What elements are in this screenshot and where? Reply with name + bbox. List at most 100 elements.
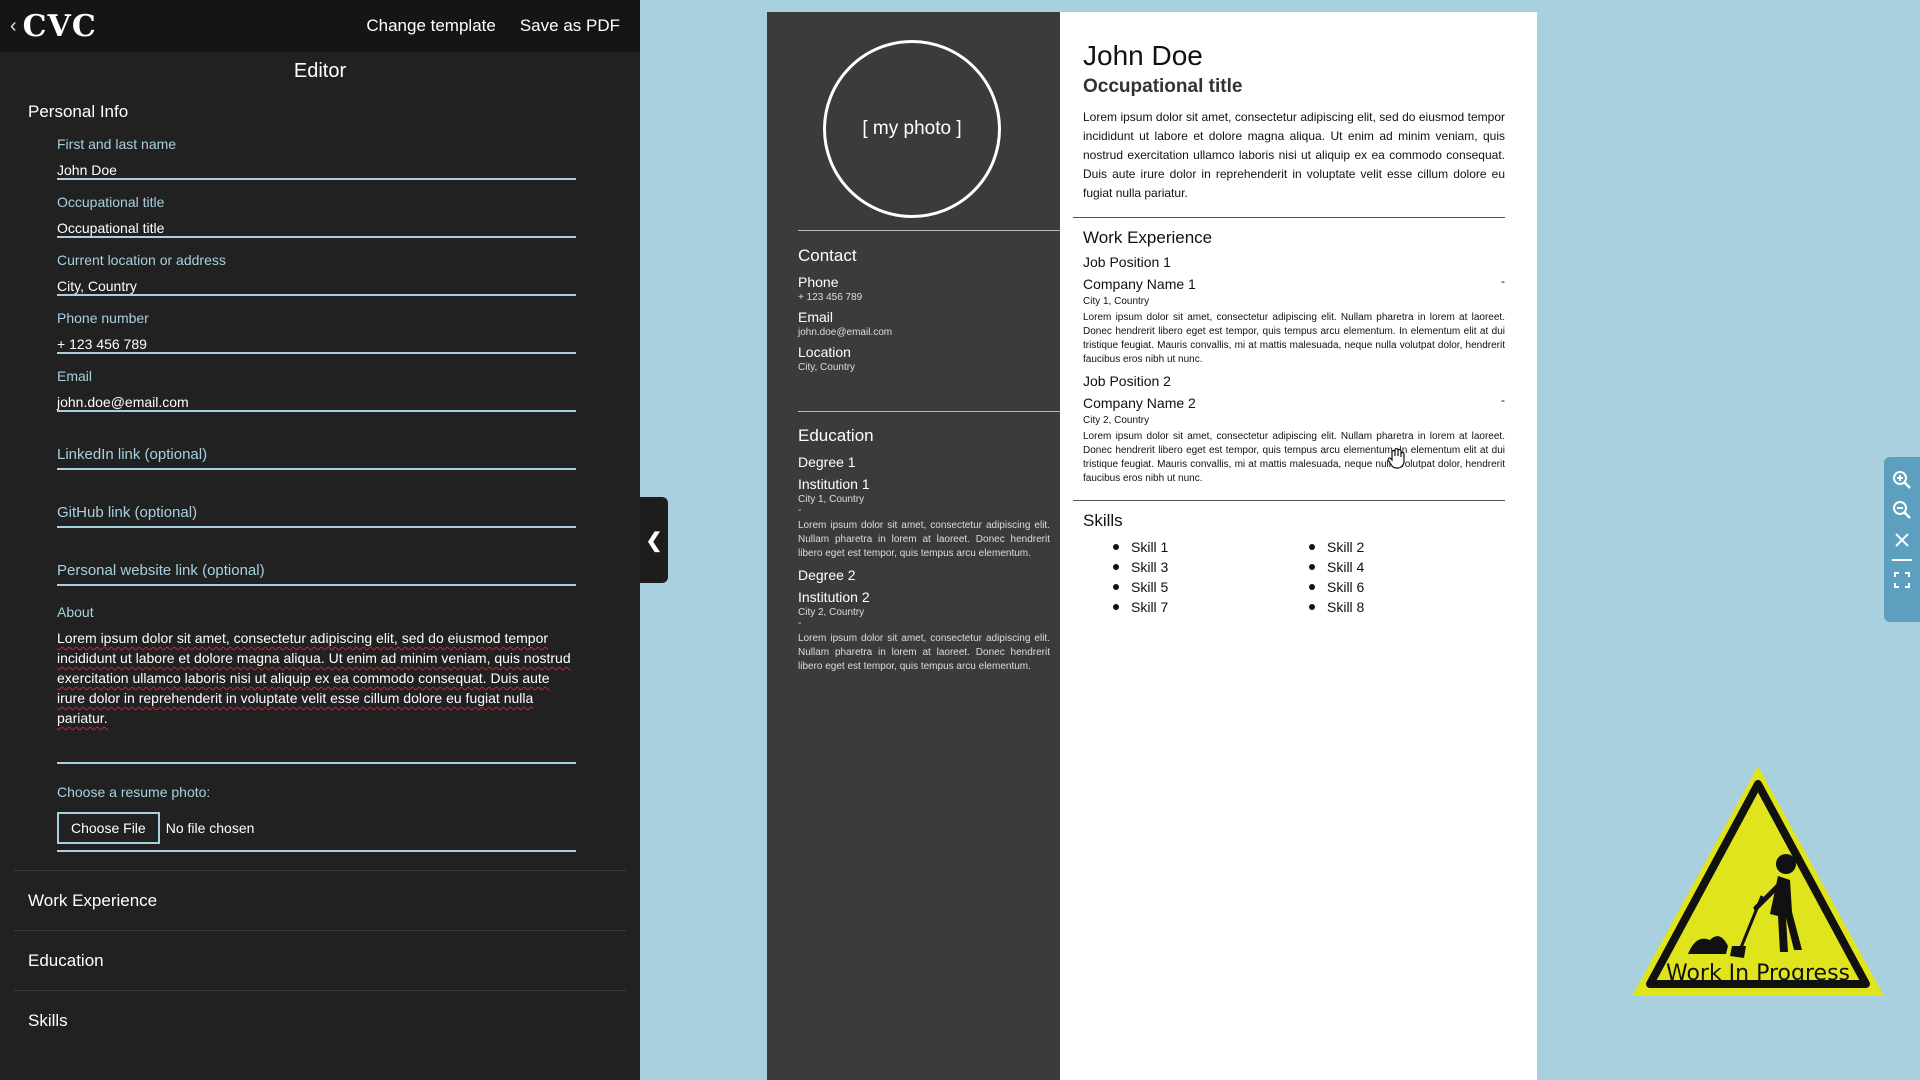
contact-block: Contact Phone + 123 456 789 Email john.d…: [798, 246, 1050, 373]
name-label: First and last name: [57, 136, 177, 152]
editor-title: Editor: [293, 60, 347, 82]
about-textarea[interactable]: Lorem ipsum dolor sit amet, consectetur …: [57, 628, 576, 728]
toolbar-divider: [1892, 559, 1912, 561]
resume-name: John Doe: [1083, 40, 1203, 71]
personal-info-section-toggle[interactable]: Personal Info: [0, 102, 640, 122]
contact-heading: Contact: [798, 246, 857, 265]
close-icon[interactable]: [1890, 525, 1914, 555]
linkedin-placeholder: LinkedIn link (optional): [57, 446, 208, 463]
education-description: Lorem ipsum dolor sit amet, consectetur …: [798, 520, 1050, 559]
email-label: Email: [798, 309, 834, 325]
education-description: Lorem ipsum dolor sit amet, consectetur …: [798, 633, 1050, 672]
collapse-panel-chevron-icon[interactable]: ❮: [640, 497, 668, 583]
app-logo[interactable]: CVC: [23, 9, 97, 44]
top-bar: ‹ CVC Change template Save as PDF: [0, 0, 640, 52]
job-item: Job Position 1 Company Name 1 - City 1, …: [1083, 254, 1505, 367]
back-chevron-icon[interactable]: ‹: [10, 15, 17, 38]
phone-value: + 123 456 789: [798, 292, 863, 303]
location-input[interactable]: City, Country: [57, 278, 137, 294]
skills-heading: Skills: [1083, 511, 1123, 530]
skill-item: Skill 3: [1113, 559, 1309, 575]
skill-item: Skill 4: [1309, 559, 1505, 575]
phone-label: Phone number: [57, 310, 149, 326]
job-description: Lorem ipsum dolor sit amet, consectetur …: [1083, 431, 1505, 484]
fullscreen-icon[interactable]: [1890, 565, 1914, 595]
zoom-in-icon[interactable]: [1890, 465, 1914, 495]
editor-panel: ‹ CVC Change template Save as PDF Editor…: [0, 0, 640, 1080]
resume-occupation: Occupational title: [1083, 76, 1243, 97]
email-input[interactable]: john.doe@email.com: [57, 394, 189, 410]
name-field[interactable]: First and last name John Doe: [57, 122, 576, 180]
about-label: About: [57, 604, 94, 620]
sidebar-divider: [798, 230, 1060, 231]
job-title: Job Position 2: [1083, 373, 1171, 389]
work-in-progress-sign: Work In Progress: [1632, 766, 1884, 996]
save-as-pdf-button[interactable]: Save as PDF: [520, 16, 620, 36]
education-heading: Education: [798, 426, 874, 445]
location-value: City, Country: [798, 362, 856, 373]
occupation-input[interactable]: Occupational title: [57, 220, 164, 236]
location-field[interactable]: Current location or address City, Countr…: [57, 238, 576, 296]
email-value: john.doe@email.com: [798, 327, 893, 338]
education-item: Degree 2 Institution 2 City 2, Country -…: [798, 567, 1050, 674]
job-company: Company Name 1: [1083, 276, 1196, 292]
zoom-out-icon[interactable]: [1890, 495, 1914, 525]
skill-item: Skill 8: [1309, 599, 1505, 615]
phone-input[interactable]: + 123 456 789: [57, 336, 147, 352]
resume-preview: [ my photo ] Contact Phone + 123 456 789…: [767, 12, 1537, 1080]
skill-item: Skill 1: [1113, 539, 1309, 555]
github-placeholder: GitHub link (optional): [57, 504, 198, 521]
job-city: City 2, Country: [1083, 415, 1150, 426]
photo-placeholder: [ my photo ]: [823, 40, 1001, 218]
education-city: City 2, Country: [798, 607, 865, 618]
skill-item: Skill 2: [1309, 539, 1505, 555]
job-dates: -: [1501, 393, 1505, 407]
change-template-button[interactable]: Change template: [366, 16, 495, 36]
degree: Degree 1: [798, 454, 856, 470]
email-field[interactable]: Email john.doe@email.com: [57, 354, 576, 412]
skills-section-toggle[interactable]: Skills: [14, 990, 626, 1050]
work-heading: Work Experience: [1083, 228, 1213, 247]
zoom-toolbar: [1884, 457, 1920, 622]
email-label: Email: [57, 368, 93, 384]
resume-about: Lorem ipsum dolor sit amet, consectetur …: [1083, 110, 1505, 200]
phone-field[interactable]: Phone number + 123 456 789: [57, 296, 576, 354]
file-status: No file chosen: [165, 820, 255, 836]
grab-hand-cursor-icon: [1388, 447, 1405, 469]
education-city: City 1, Country: [798, 494, 865, 505]
about-underline: [57, 728, 576, 764]
job-company: Company Name 2: [1083, 395, 1196, 411]
education-section-toggle[interactable]: Education: [14, 930, 626, 990]
photo-label: Choose a resume photo:: [57, 784, 211, 800]
main-divider: [1073, 500, 1505, 501]
education-block: Education Degree 1 Institution 1 City 1,…: [798, 426, 1050, 674]
wip-text: Work In Progress: [1666, 961, 1850, 986]
website-field[interactable]: Personal website link (optional): [57, 528, 576, 586]
phone-label: Phone: [798, 274, 839, 290]
job-description: Lorem ipsum dolor sit amet, consectetur …: [1083, 312, 1505, 365]
website-placeholder: Personal website link (optional): [57, 562, 265, 579]
institution: Institution 1: [798, 476, 870, 492]
education-item: Degree 1 Institution 1 City 1, Country -…: [798, 454, 1050, 561]
resume-sidebar: [ my photo ] Contact Phone + 123 456 789…: [767, 12, 1060, 1080]
work-experience-section-toggle[interactable]: Work Experience: [14, 870, 626, 930]
skill-item: Skill 5: [1113, 579, 1309, 595]
location-label: Location: [798, 344, 851, 360]
location-label: Current location or address: [57, 252, 226, 268]
linkedin-field[interactable]: LinkedIn link (optional): [57, 412, 576, 470]
name-input[interactable]: John Doe: [57, 162, 117, 178]
occupation-label: Occupational title: [57, 194, 165, 210]
personal-info-form: First and last name John Doe Occupationa…: [0, 122, 640, 852]
skills-list: Skill 1 Skill 2 Skill 3 Skill 4 Skill 5 …: [1083, 539, 1505, 615]
occupation-field[interactable]: Occupational title Occupational title: [57, 180, 576, 238]
sidebar-divider: [798, 411, 1060, 412]
education-dates: -: [798, 505, 802, 516]
skill-item: Skill 6: [1309, 579, 1505, 595]
main-divider: [1073, 217, 1505, 218]
job-city: City 1, Country: [1083, 296, 1150, 307]
institution: Institution 2: [798, 589, 870, 605]
job-dates: -: [1501, 274, 1505, 288]
choose-file-button[interactable]: Choose File: [57, 812, 160, 844]
github-field[interactable]: GitHub link (optional): [57, 470, 576, 528]
job-item: Job Position 2 Company Name 2 - City 2, …: [1083, 373, 1505, 486]
